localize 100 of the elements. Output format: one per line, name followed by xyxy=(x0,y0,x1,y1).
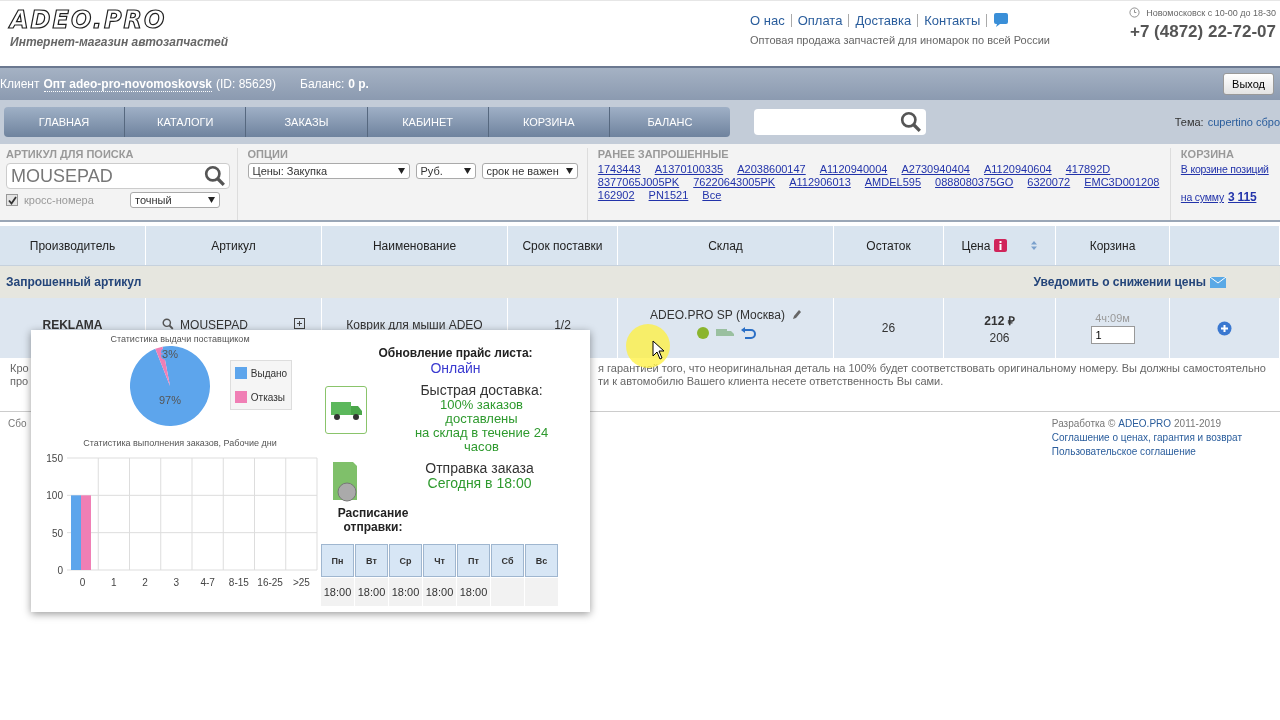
column-header: Склад xyxy=(708,238,743,253)
legend-label: Отказы xyxy=(250,391,285,403)
client-label: Клиент xyxy=(0,77,40,91)
dropdown-arrow-icon xyxy=(208,197,215,203)
alt-price-cell: 206 xyxy=(989,330,1010,345)
return-arrow-icon[interactable] xyxy=(739,326,756,340)
theme-link[interactable]: cupertino сбро xyxy=(1207,116,1280,128)
truck-icon xyxy=(715,327,734,339)
history-link[interactable]: 8377065J005PK xyxy=(597,176,680,188)
delivery-title: Быстрая доставка: xyxy=(420,382,543,398)
history-link[interactable]: AMDEL595 xyxy=(864,176,922,188)
price-update-value: Онлайн xyxy=(430,360,481,376)
option-select[interactable]: срок не важен xyxy=(481,163,578,179)
disclaimer-text: Кро xyxy=(10,362,29,374)
cart-sum-link[interactable]: на сумму xyxy=(1180,191,1224,203)
balance-value: 0 р. xyxy=(348,77,369,91)
section-title: ОПЦИИ xyxy=(247,148,289,160)
history-link[interactable]: A112906013 xyxy=(789,176,851,188)
legend-swatch xyxy=(234,391,247,403)
nav-link[interactable]: О нас xyxy=(750,12,785,28)
tagline: Интернет-магазин автозапчастей xyxy=(10,35,230,49)
history-link[interactable]: 417892D xyxy=(1065,163,1111,175)
info-icon[interactable] xyxy=(994,239,1008,252)
details-icon[interactable] xyxy=(293,318,305,329)
history-link[interactable]: 76220643005PK xyxy=(693,176,776,188)
history-link[interactable]: A2730940404 xyxy=(901,163,970,175)
phone-number: +7 (4872) 22-72-07 xyxy=(1129,22,1276,42)
history-link[interactable]: A1120940604 xyxy=(983,163,1052,175)
section-title: РАНЕЕ ЗАПРОШЕННЫЕ xyxy=(597,148,730,160)
column-header: Срок поставки xyxy=(522,238,603,253)
cart-items-link[interactable]: В корзине позиций xyxy=(1180,163,1280,175)
search-icon[interactable] xyxy=(162,318,175,330)
client-id: (ID: 85629) xyxy=(216,77,277,91)
warehouse-cell: ADEO.PRO SP (Москва) xyxy=(650,308,785,322)
axis-label: 100 xyxy=(46,490,63,502)
theme-label: Тема: xyxy=(1174,116,1204,128)
footer-link[interactable]: Соглашение о ценах, гарантия и возврат xyxy=(1051,432,1242,443)
cursor-icon xyxy=(652,340,666,360)
truck-icon xyxy=(329,399,363,421)
group-label: Запрошенный артикул xyxy=(6,275,142,289)
delivery-text: часов xyxy=(464,440,499,454)
add-to-cart-icon[interactable] xyxy=(1217,320,1232,336)
timer-text: 4ч:09м xyxy=(1095,312,1130,324)
history-link[interactable]: PN1521 xyxy=(648,189,689,201)
chart-title: Статистика выдачи поставщиком xyxy=(110,334,250,344)
schedule-cell: 18:00 xyxy=(355,578,388,606)
status-dot-icon xyxy=(695,326,710,340)
option-select[interactable]: Руб. xyxy=(415,163,476,179)
delivery-text: доставлены xyxy=(445,412,518,426)
clock-icon xyxy=(1129,7,1141,18)
history-link[interactable]: A1370100335 xyxy=(654,163,724,175)
history-link[interactable]: A1120940004 xyxy=(819,163,888,175)
history-link[interactable]: 1743443 xyxy=(597,163,641,175)
schedule-cell: 18:00 xyxy=(321,578,354,606)
axis-label: 0 xyxy=(79,577,86,588)
column-header: Производитель xyxy=(29,238,116,253)
disclaimer-text: ти к автомобилю Вашего клиента несете ответственность Вы сами. xyxy=(598,375,944,387)
history-link[interactable]: EMC3D001208 xyxy=(1084,176,1160,188)
help-icon[interactable] xyxy=(993,12,1010,28)
search-icon[interactable] xyxy=(900,111,922,133)
cross-numbers-label: кросс-номера xyxy=(24,194,95,206)
history-link[interactable]: A2038600147 xyxy=(737,163,806,175)
notify-price-link[interactable]: Уведомить о снижении цены xyxy=(1033,275,1226,289)
nav-link[interactable]: Доставка xyxy=(855,12,912,28)
history-link[interactable]: Все xyxy=(702,189,722,201)
schedule-cell: 18:00 xyxy=(457,578,490,606)
axis-label: 8-15 xyxy=(228,577,249,588)
pencil-icon[interactable] xyxy=(790,309,801,321)
delivery-cell: 1/2 xyxy=(554,318,571,332)
brand-cell: REKLAMA xyxy=(42,318,103,332)
disclaimer-text: про xyxy=(10,375,29,387)
nav-link[interactable]: Оплата xyxy=(797,12,843,28)
history-link[interactable]: 6320072 xyxy=(1027,176,1071,188)
delivery-text: 100% заказов xyxy=(439,398,524,412)
history-link[interactable]: 0888080375GO xyxy=(935,176,1014,188)
axis-label: 16-25 xyxy=(257,577,283,588)
column-header: Цена xyxy=(961,238,991,253)
cross-numbers-checkbox[interactable] xyxy=(6,194,18,206)
nav-link[interactable]: Контакты xyxy=(924,12,981,28)
history-link[interactable]: 162902 xyxy=(597,189,635,201)
day-header: Вт xyxy=(355,544,388,577)
article-search-field[interactable]: MOUSEPAD xyxy=(6,163,230,189)
delivery-text: на склад в течение 24 xyxy=(414,426,549,440)
match-select[interactable]: точный xyxy=(130,192,220,208)
search-field[interactable] xyxy=(754,109,926,135)
search-icon[interactable] xyxy=(204,165,226,187)
quantity-field[interactable]: 1 xyxy=(1090,326,1135,344)
dropdown-arrow-icon xyxy=(463,168,471,174)
footer-link[interactable]: Пользовательское соглашение xyxy=(1051,446,1242,457)
price-update-label: Обновление прайс листа: xyxy=(378,346,533,360)
working-hours: Новомосковск с 10-00 до 18-30 xyxy=(1146,7,1276,18)
logout-button[interactable]: Выход xyxy=(1223,73,1274,95)
option-select[interactable]: Цены: Закупка xyxy=(247,163,410,179)
schedule-cell xyxy=(491,578,524,606)
footer-text: Сбо xyxy=(8,418,27,431)
axis-label: 1 xyxy=(111,577,117,588)
credit-link[interactable]: ADEO.PRO xyxy=(1118,418,1172,429)
cart-sum-value[interactable]: 3 115 xyxy=(1228,190,1257,204)
dropdown-arrow-icon xyxy=(565,168,573,174)
credit-years: 2011-2019 xyxy=(1174,418,1222,429)
